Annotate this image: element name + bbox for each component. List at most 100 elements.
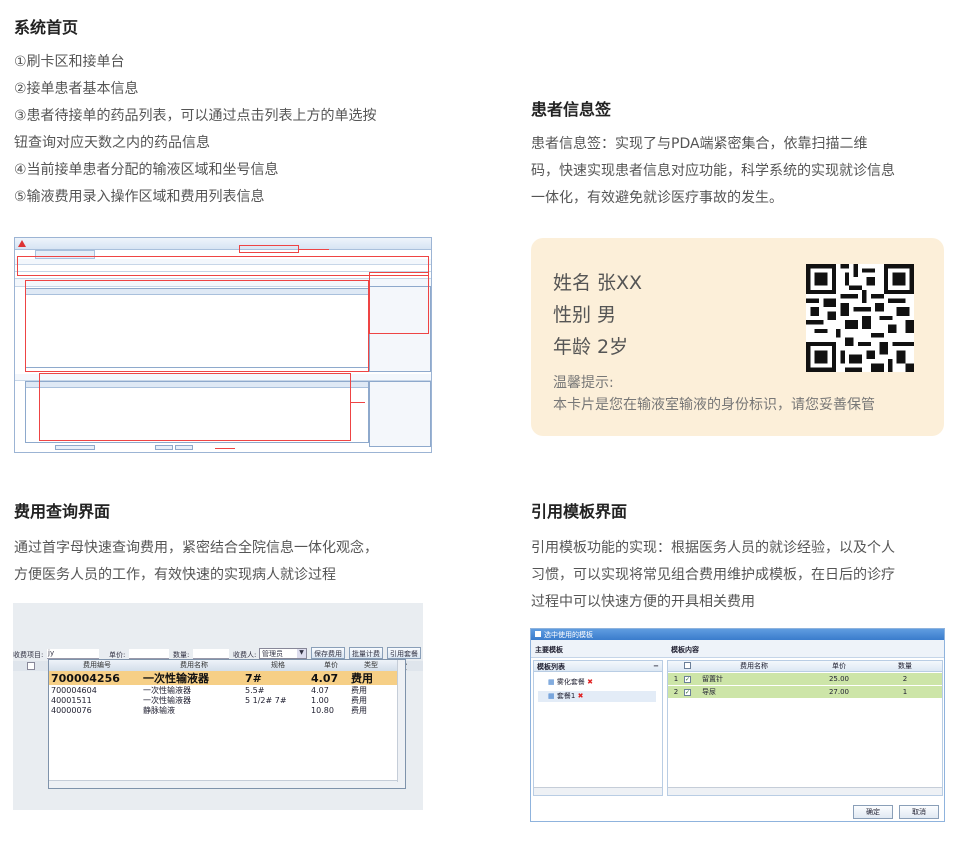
ok-button[interactable]: 确定 [853, 805, 893, 819]
description-line: 一体化，有效避免就诊医疗事故的发生。 [531, 190, 783, 206]
bottom-button [155, 445, 173, 450]
app-logo-icon [18, 240, 26, 247]
template-window-titlebar: 选中使用的模板 [531, 629, 944, 640]
fee-query-description: 通过首字母快速查询费用，紧密结合全院信息一体化观念， 方便医务人员的工作，有效快… [14, 535, 378, 589]
table-row[interactable]: 700004604 一次性输液器 5.5# 4.07 费用 [49, 685, 405, 695]
row-checkbox[interactable]: ✓ [684, 676, 691, 683]
col-fee-name: 费用名称 [740, 662, 768, 670]
qr-code-icon [806, 264, 914, 372]
patient-label-description: 患者信息签：实现了与PDA端紧密集合，依靠扫描二维 码，快速实现患者信息对应功能… [531, 131, 895, 212]
fee-item-input[interactable]: jy [47, 649, 99, 659]
tip-label: 温馨提示: [553, 375, 614, 391]
system-homepage-screenshot [14, 237, 432, 453]
fee-type: 费用 [351, 705, 367, 715]
annotation-line [299, 249, 329, 250]
annotation-line [351, 402, 365, 403]
cancel-button[interactable]: 取消 [899, 805, 939, 819]
bottom-button [55, 445, 95, 450]
fee-search-popup: 费用编号 费用名称 规格 单价 类型 700004256 一次性输液器 7# 4… [48, 659, 406, 789]
fee-item-label: 收费项目: [13, 651, 44, 659]
app-header-bar [15, 238, 431, 250]
section-title-homepage: 系统首页 [14, 18, 79, 37]
description-line: 通过首字母快速查询费用，紧密结合全院信息一体化观念， [14, 540, 378, 556]
fee-code: 40001511 [51, 695, 92, 705]
col-fee-code: 费用编号 [83, 661, 111, 669]
feature-item: ⑤输液费用录入操作区域和费用列表信息 [14, 189, 265, 205]
delete-icon[interactable]: ✖ [587, 678, 593, 686]
description-line: 方便医务人员的工作，有效快速的实现病人就诊过程 [14, 567, 336, 583]
template-content-header: 模板内容 [671, 646, 699, 654]
batch-charge-button[interactable]: 批量计费 [349, 647, 383, 659]
content-table-header: 费用名称 单价 数量 [668, 661, 942, 672]
tip-text: 本卡片是您在输液室输液的身份标识，请您妥善保管 [553, 397, 875, 413]
fee-quantity: 2 [902, 675, 908, 683]
col-quantity: 数量 [898, 662, 912, 670]
fee-code: 40000076 [51, 705, 92, 715]
col-spec: 规格 [271, 661, 285, 669]
payer-select[interactable]: 管理员 ▼ [259, 648, 307, 659]
annotation-box-4 [369, 272, 429, 334]
use-template-button[interactable]: 引用套餐 [387, 647, 421, 659]
homepage-feature-list: ①刷卡区和接单台 ②接单患者基本信息 ③患者待接单的药品列表，可以通过点击列表上… [14, 49, 377, 211]
row-index: 2 [673, 688, 679, 696]
fee-price: 25.00 [828, 675, 850, 683]
template-name: 雾化套餐 [556, 678, 585, 686]
annotation-box-1 [239, 245, 299, 253]
delete-icon[interactable]: ✖ [578, 692, 584, 700]
col-price: 单价 [324, 661, 338, 669]
horizontal-scrollbar[interactable] [534, 787, 662, 795]
description-line: 患者信息签：实现了与PDA端紧密集合，依靠扫描二维 [531, 136, 868, 152]
feature-item: 钮查询对应天数之内的药品信息 [14, 135, 210, 151]
template-description: 引用模板功能的实现：根据医务人员的就诊经验，以及个人 习惯，可以实现将常见组合费… [531, 535, 895, 616]
row-index: 1 [673, 675, 679, 683]
col-price: 单价 [832, 662, 846, 670]
horizontal-scrollbar[interactable] [668, 787, 942, 795]
annotation-box-5 [39, 373, 351, 441]
list-item[interactable]: ▦ 雾化套餐 ✖ [538, 677, 656, 688]
feature-item: ④当前接单患者分配的输液区域和坐号信息 [14, 162, 279, 178]
description-line: 习惯，可以实现将常见组合费用维护成模板，在日后的诊疗 [531, 567, 895, 583]
table-icon: ▦ [548, 678, 555, 686]
template-list-header: 模板列表 − [534, 661, 662, 672]
section-title-template: 引用模板界面 [531, 502, 628, 521]
fee-price: 4.07 [311, 671, 339, 685]
save-fee-button[interactable]: 保存费用 [311, 647, 345, 659]
chevron-down-icon[interactable]: ▼ [297, 649, 306, 658]
vertical-scrollbar[interactable] [397, 660, 405, 782]
fee-name: 导尿 [702, 688, 716, 696]
patient-age: 年龄 2岁 [553, 336, 629, 358]
description-line: 引用模板功能的实现：根据医务人员的就诊经验，以及个人 [531, 540, 895, 556]
table-row[interactable]: 2 ✓ 导尿 27.00 1 [668, 686, 942, 698]
horizontal-scrollbar[interactable] [49, 780, 405, 788]
fee-name: 留置针 [702, 675, 723, 683]
fee-query-screenshot: 收费项目: jy 单价: 数量: 收费人: 管理员 ▼ 保存费用 批量计费 引用… [13, 603, 423, 810]
section-title-patient-label: 患者信息签 [531, 100, 612, 119]
header-strip: 主要模板 模板内容 [531, 640, 944, 658]
table-row[interactable]: 1 ✓ 留置针 25.00 2 [668, 673, 942, 685]
select-all-checkbox[interactable] [684, 661, 691, 669]
patient-gender: 性别 男 [553, 304, 617, 326]
description-line: 码，快速实现患者信息对应功能，科学系统的实现就诊信息 [531, 163, 895, 179]
annotation-box-2 [17, 256, 429, 276]
table-row[interactable]: 40001511 一次性输液器 5 1/2# 7# 1.00 费用 [49, 695, 405, 705]
price-input[interactable] [129, 649, 169, 659]
quantity-input[interactable] [193, 649, 229, 659]
table-row[interactable]: 40000076 静脉输液 10.80 费用 [49, 705, 405, 715]
template-list-pane: 模板列表 − ▦ 雾化套餐 ✖ ▦ 套餐1 ✖ [533, 660, 663, 796]
collapse-icon[interactable]: − [653, 662, 659, 670]
fee-code: 700004604 [51, 685, 97, 695]
section-title-fee-query: 费用查询界面 [14, 502, 111, 521]
table-row[interactable]: 700004256 一次性输液器 7# 4.07 费用 [49, 671, 405, 685]
fee-price: 27.00 [828, 688, 850, 696]
annotation-line [215, 448, 235, 449]
fee-spec: 7# [245, 671, 262, 685]
main-template-header: 主要模板 [535, 646, 563, 654]
patient-name: 姓名 张XX [553, 272, 643, 294]
annotation-box-3 [25, 280, 369, 372]
table-icon: ▦ [548, 692, 555, 700]
row-checkbox[interactable]: ✓ [684, 689, 691, 696]
fee-price: 10.80 [311, 705, 334, 715]
list-item[interactable]: ▦ 套餐1 ✖ [538, 691, 656, 702]
select-all-checkbox[interactable] [27, 662, 35, 670]
fee-spec: 5.5# [245, 685, 265, 695]
